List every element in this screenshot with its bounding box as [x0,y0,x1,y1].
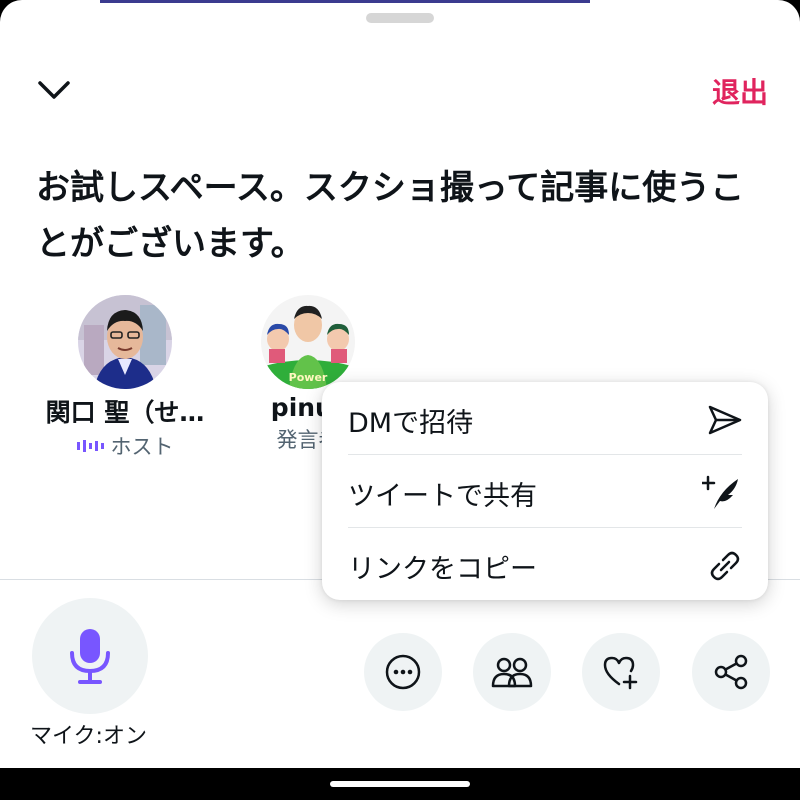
menu-item-copy-link[interactable]: リンクをコピー [348,530,742,602]
send-icon [708,405,742,435]
menu-item-share-tweet[interactable]: ツイートで共有 [348,457,742,529]
speaker-role-label: ホスト [110,435,174,459]
avatar: Power [261,295,355,389]
participants-button[interactable] [473,633,551,711]
collapse-button[interactable] [34,70,74,110]
avatar [78,295,172,389]
menu-divider [348,527,742,528]
reaction-button[interactable] [582,633,660,711]
more-button[interactable] [364,633,442,711]
mic-label: マイク:オン [30,724,147,749]
space-title: お試しスペース。スクショ撮って記事に使うことがございます。 [36,168,745,264]
home-indicator[interactable] [330,781,470,787]
avatar-caption: Power [289,371,328,384]
menu-divider [348,454,742,455]
audio-wave-icon [76,440,104,452]
space-sheet: 退出 お試しスペース。スクショ撮って記事に使うことがございます。 関口 聖（せ… [0,0,800,768]
leave-button[interactable]: 退出 [712,71,768,111]
chevron-down-icon [38,81,70,99]
link-icon [710,551,740,581]
more-icon [385,654,421,690]
mic-toggle-button[interactable] [32,598,148,714]
people-icon [491,657,533,688]
menu-item-label: DMで招待 [348,407,474,439]
background-strip [100,0,590,3]
drag-handle[interactable] [366,13,434,23]
menu-item-dm-invite[interactable]: DMで招待 [348,384,742,456]
menu-item-label: ツイートで共有 [348,480,537,512]
share-icon [714,654,748,690]
microphone-icon [70,629,110,684]
share-button[interactable] [692,633,770,711]
compose-tweet-icon [702,475,738,509]
share-menu: DMで招待 ツイートで共有 リンクをコピー [322,382,768,600]
heart-plus-icon [603,656,638,690]
menu-item-label: リンクをコピー [348,553,537,585]
